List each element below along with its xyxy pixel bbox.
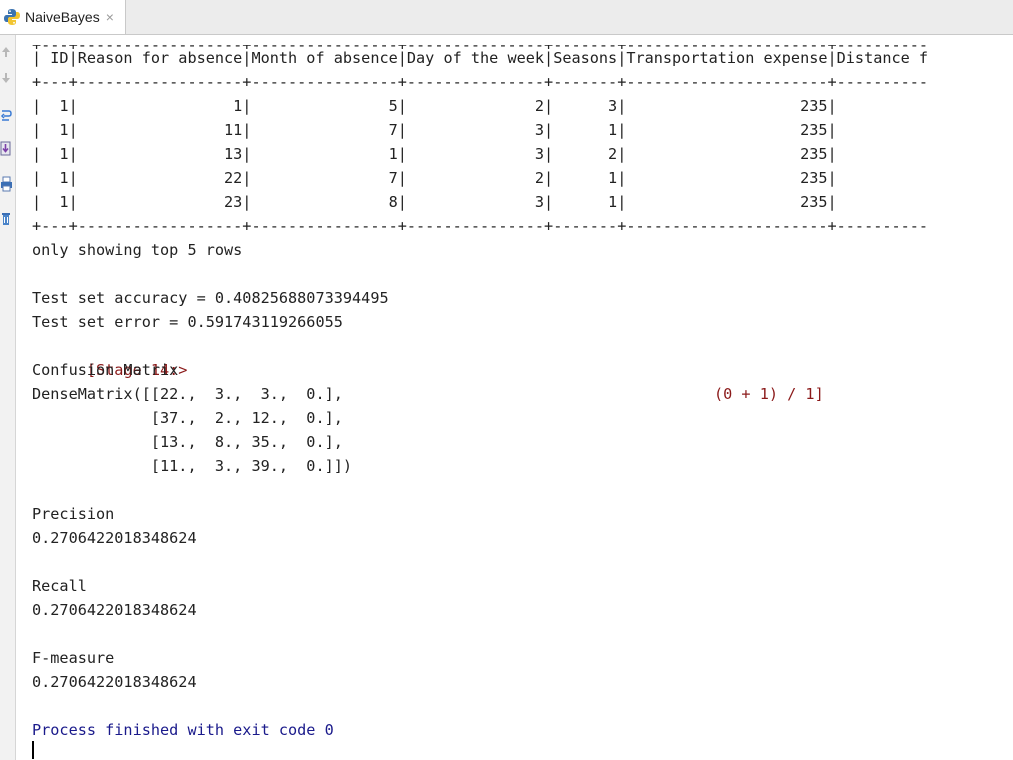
- precision-label: Precision: [32, 505, 115, 523]
- matrix-row: DenseMatrix([[22., 3., 3., 0.],: [32, 385, 343, 403]
- table-row: | 1| 1| 5| 2| 3| 235|: [32, 97, 837, 115]
- tab-naivebayes[interactable]: NaiveBayes ×: [0, 0, 126, 34]
- down-arrow-icon[interactable]: [0, 67, 14, 89]
- scroll-end-icon[interactable]: [0, 138, 14, 160]
- accuracy-line: Test set accuracy = 0.40825688073394495: [32, 289, 389, 307]
- rows-note: only showing top 5 rows: [32, 241, 243, 259]
- console-output[interactable]: +---+------------------+----------------…: [32, 45, 1013, 760]
- run-console-window: NaiveBayes × +---+------------------+---…: [0, 0, 1013, 760]
- stage-progress: (0 + 1) / 1]: [714, 385, 824, 403]
- console-toolbar: [0, 35, 16, 760]
- table-row: | 1| 22| 7| 2| 1| 235|: [32, 169, 837, 187]
- trash-icon[interactable]: [0, 207, 14, 229]
- matrix-row: [37., 2., 12., 0.],: [32, 409, 343, 427]
- recall-label: Recall: [32, 577, 87, 595]
- tab-label: NaiveBayes: [25, 9, 100, 25]
- table-row: | 1| 11| 7| 3| 1| 235|: [32, 121, 837, 139]
- up-arrow-icon[interactable]: [0, 41, 14, 63]
- python-icon: [3, 8, 21, 26]
- table-row: | 1| 13| 1| 3| 2| 235|: [32, 145, 837, 163]
- tab-bar: NaiveBayes ×: [0, 0, 1013, 35]
- precision-value: 0.2706422018348624: [32, 529, 197, 547]
- print-icon[interactable]: [0, 173, 14, 195]
- matrix-row: [11., 3., 39., 0.]]): [32, 457, 353, 475]
- wrap-icon[interactable]: [0, 105, 14, 127]
- matrix-row: [13., 8., 35., 0.],: [32, 433, 343, 451]
- table-row: | 1| 23| 8| 3| 1| 235|: [32, 193, 837, 211]
- close-icon[interactable]: ×: [106, 9, 114, 25]
- table-header: | ID|Reason for absence|Month of absence…: [32, 49, 929, 67]
- text-cursor: [32, 741, 34, 759]
- process-finished: Process finished with exit code 0: [32, 721, 334, 739]
- stage-progress-line: [Stage 14:> (0 + 1) / 1]: [32, 334, 1013, 403]
- fmeasure-value: 0.2706422018348624: [32, 673, 197, 691]
- table-border-bottom: +---+------------------+----------------…: [32, 217, 929, 235]
- recall-value: 0.2706422018348624: [32, 601, 197, 619]
- confusion-title: Confusion Matrix: [32, 361, 179, 379]
- error-line: Test set error = 0.591743119266055: [32, 313, 343, 331]
- fmeasure-label: F-measure: [32, 649, 115, 667]
- table-border: +---+------------------+----------------…: [32, 73, 929, 91]
